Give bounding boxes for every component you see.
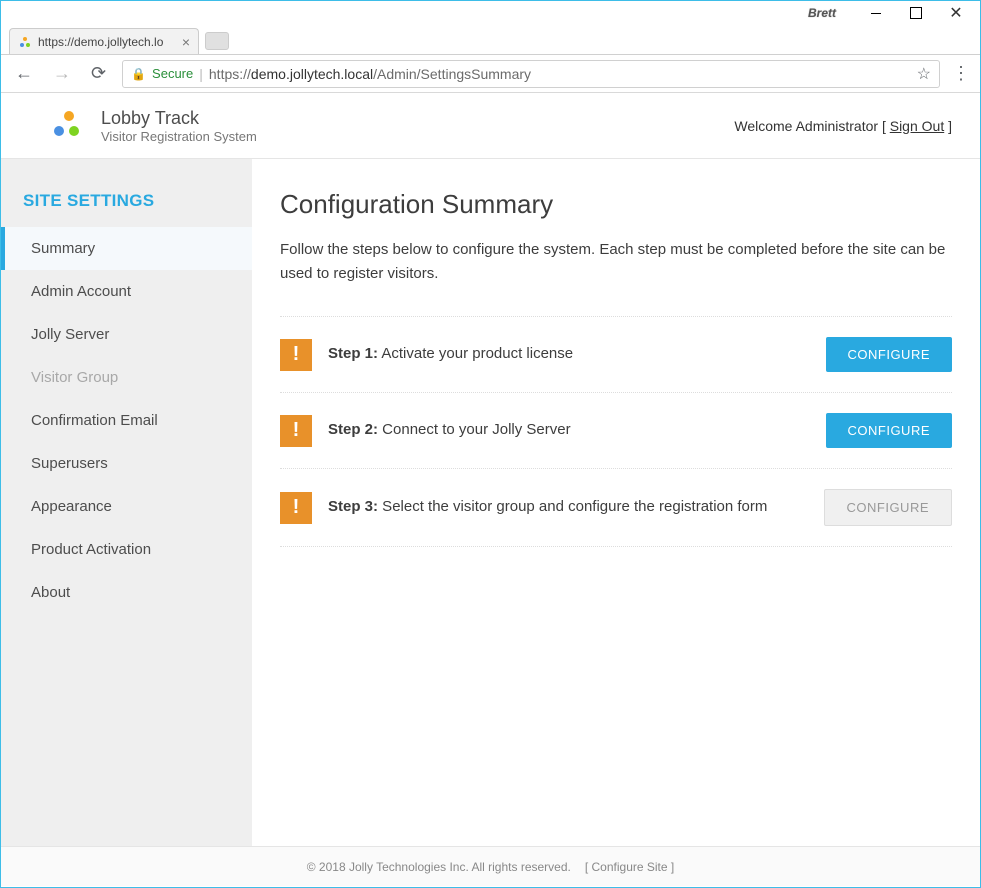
- sidebar-item-confirmation-email[interactable]: Confirmation Email: [1, 399, 252, 442]
- sidebar-item-product-activation[interactable]: Product Activation: [1, 528, 252, 571]
- favicon-icon: [18, 35, 32, 49]
- browser-tab[interactable]: https://demo.jollytech.lo ×: [9, 28, 199, 54]
- tab-title: https://demo.jollytech.lo: [38, 35, 176, 49]
- sidebar-item-admin-account[interactable]: Admin Account: [1, 270, 252, 313]
- logo-icon: [51, 111, 87, 141]
- bookmark-star-icon[interactable]: ☆: [917, 64, 931, 84]
- browser-addressbar: ← → ⟳ 🔒 Secure | https://demo.jollytech.…: [1, 55, 980, 93]
- reload-button[interactable]: ⟳: [87, 61, 110, 86]
- configure-button-step3: CONFIGURE: [824, 489, 953, 526]
- configure-button-step2[interactable]: CONFIGURE: [826, 413, 953, 448]
- step-2: ! Step 2: Connect to your Jolly Server C…: [280, 392, 952, 468]
- configure-site-link[interactable]: [ Configure Site ]: [585, 860, 674, 874]
- sidebar-item-about[interactable]: About: [1, 571, 252, 614]
- secure-label: Secure: [152, 66, 193, 81]
- window-titlebar: Brett ✕: [1, 1, 980, 25]
- brand: Lobby Track Visitor Registration System: [51, 108, 257, 144]
- sidebar: SITE SETTINGS Summary Admin Account Joll…: [1, 159, 252, 846]
- url-text: https://demo.jollytech.local/Admin/Setti…: [209, 66, 531, 82]
- page-title: Configuration Summary: [280, 189, 952, 220]
- sidebar-item-summary[interactable]: Summary: [1, 227, 252, 270]
- window-minimize-button[interactable]: [856, 1, 896, 25]
- steps-list: ! Step 1: Activate your product license …: [280, 316, 952, 547]
- footer: © 2018 Jolly Technologies Inc. All right…: [1, 846, 980, 886]
- sidebar-item-appearance[interactable]: Appearance: [1, 485, 252, 528]
- chrome-menu-icon[interactable]: ⋮: [952, 63, 970, 84]
- addr-divider: |: [199, 66, 203, 82]
- app-header: Lobby Track Visitor Registration System …: [1, 93, 980, 159]
- step-text: Step 2: Connect to your Jolly Server: [328, 419, 810, 442]
- new-tab-button[interactable]: [205, 32, 229, 50]
- warning-icon: !: [280, 415, 312, 447]
- window-user: Brett: [808, 6, 836, 20]
- warning-icon: !: [280, 492, 312, 524]
- step-1: ! Step 1: Activate your product license …: [280, 316, 952, 392]
- warning-icon: !: [280, 339, 312, 371]
- step-3: ! Step 3: Select the visitor group and c…: [280, 468, 952, 547]
- back-button[interactable]: ←: [11, 61, 37, 86]
- configure-button-step1[interactable]: CONFIGURE: [826, 337, 953, 372]
- app-name: Lobby Track: [101, 108, 257, 129]
- sign-out-link[interactable]: Sign Out: [890, 118, 944, 134]
- intro-text: Follow the steps below to configure the …: [280, 238, 952, 286]
- window-maximize-button[interactable]: [896, 1, 936, 25]
- forward-button[interactable]: →: [49, 61, 75, 86]
- sidebar-title: SITE SETTINGS: [1, 179, 252, 227]
- main-content: Configuration Summary Follow the steps b…: [252, 159, 980, 846]
- step-text: Step 1: Activate your product license: [328, 343, 810, 366]
- tab-close-icon[interactable]: ×: [182, 34, 190, 50]
- sidebar-item-jolly-server[interactable]: Jolly Server: [1, 313, 252, 356]
- browser-tabbar: https://demo.jollytech.lo ×: [1, 25, 980, 55]
- welcome-text: Welcome Administrator [ Sign Out ]: [734, 118, 952, 134]
- address-field[interactable]: 🔒 Secure | https://demo.jollytech.local/…: [122, 60, 940, 88]
- copyright-text: © 2018 Jolly Technologies Inc. All right…: [307, 860, 571, 874]
- step-text: Step 3: Select the visitor group and con…: [328, 496, 808, 519]
- lock-icon: 🔒: [131, 67, 146, 81]
- app-subtitle: Visitor Registration System: [101, 129, 257, 144]
- window-close-button[interactable]: ✕: [936, 1, 976, 25]
- sidebar-item-visitor-group[interactable]: Visitor Group: [1, 356, 252, 399]
- sidebar-item-superusers[interactable]: Superusers: [1, 442, 252, 485]
